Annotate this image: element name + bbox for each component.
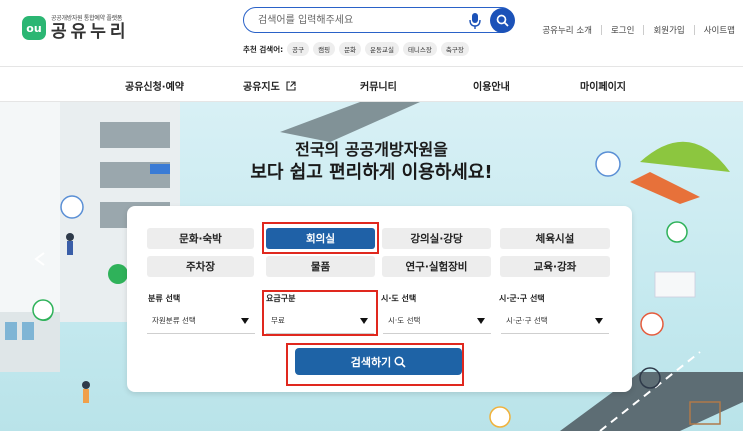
- keyword-tag[interactable]: 캠핑: [313, 42, 336, 56]
- filter-label-fee: 요금구분: [266, 294, 296, 303]
- utility-links: 공유누리 소개 로그인 회원가입 사이트맵: [542, 24, 735, 36]
- keyword-tag[interactable]: 문화: [339, 42, 362, 56]
- nav-item-reservation[interactable]: 공유신청·예약: [125, 78, 184, 93]
- search-input[interactable]: [258, 12, 458, 29]
- keyword-tag[interactable]: 축구장: [440, 42, 469, 56]
- main-nav: 공유신청·예약 공유지도 커뮤니티 이용안내 마이페이지: [0, 66, 743, 102]
- category-meeting-room[interactable]: 회의실: [266, 228, 375, 249]
- select-value: 무료: [271, 316, 285, 325]
- fee-select[interactable]: 무료: [266, 308, 374, 334]
- logo-mark-icon: ou: [22, 16, 46, 40]
- search-icon: [496, 14, 509, 27]
- category-sports[interactable]: 체육시설: [500, 228, 610, 249]
- nav-item-map[interactable]: 공유지도: [243, 78, 296, 93]
- category-culture[interactable]: 문화·숙박: [147, 228, 254, 249]
- city-select[interactable]: 시·군·구 선택: [501, 308, 609, 334]
- category-parking[interactable]: 주차장: [147, 256, 254, 277]
- keyword-tag[interactable]: 공구: [287, 42, 310, 56]
- chevron-down-icon: [595, 318, 603, 324]
- keyword-tag[interactable]: 운동교실: [365, 42, 399, 56]
- divider: [600, 25, 602, 35]
- logo-name: 공유누리: [51, 22, 130, 42]
- select-value: 시·군·구 선택: [506, 316, 548, 325]
- login-link[interactable]: 로그인: [611, 24, 634, 36]
- filter-label-category: 분류 선택: [148, 294, 181, 303]
- filter-label-city: 시·군·구 선택: [499, 294, 545, 303]
- recommended-label: 추천 검색어:: [243, 44, 284, 54]
- nav-item-mypage[interactable]: 마이페이지: [580, 78, 626, 93]
- keyword-tag[interactable]: 테니스장: [402, 42, 437, 56]
- hero-title-line2: 보다 쉽고 편리하게 이용하세요!: [250, 162, 493, 183]
- about-link[interactable]: 공유누리 소개: [542, 24, 592, 36]
- recommended-keywords: 추천 검색어: 공구 캠핑 문화 운동교실 테니스장 축구장: [243, 42, 473, 56]
- filter-label-province: 시·도 선택: [381, 294, 417, 303]
- category-goods[interactable]: 물품: [266, 256, 375, 277]
- category-education[interactable]: 교육·강좌: [500, 256, 610, 277]
- search-icon: [394, 355, 406, 368]
- microphone-icon[interactable]: [468, 12, 482, 30]
- site-logo[interactable]: ou 공공개방자원 통합예약 플랫폼 공유누리: [22, 15, 130, 41]
- category-select[interactable]: 자원분류 선택: [147, 308, 255, 334]
- external-link-icon: [286, 81, 296, 91]
- nav-item-community[interactable]: 커뮤니티: [360, 78, 397, 93]
- search-box: [243, 7, 515, 33]
- nav-item-label: 공유지도: [243, 82, 280, 93]
- category-research[interactable]: 연구·실험장비: [382, 256, 491, 277]
- divider: [693, 25, 695, 35]
- search-button[interactable]: [490, 8, 515, 33]
- sitemap-link[interactable]: 사이트맵: [704, 24, 735, 36]
- hero-title-line1: 전국의 공공개방자원을: [295, 140, 448, 159]
- nav-item-guide[interactable]: 이용안내: [473, 78, 510, 93]
- chevron-down-icon: [477, 318, 485, 324]
- category-lecture-hall[interactable]: 강의실·강당: [382, 228, 491, 249]
- chevron-down-icon: [241, 318, 249, 324]
- submit-label: 검색하기: [350, 355, 392, 369]
- site-header: ou 공공개방자원 통합예약 플랫폼 공유누리 추천 검색어: 공구 캠핑 문화…: [0, 0, 743, 66]
- select-value: 시·도 선택: [388, 316, 421, 325]
- select-value: 자원분류 선택: [152, 316, 196, 325]
- signup-link[interactable]: 회원가입: [653, 24, 684, 36]
- divider: [643, 25, 645, 35]
- submit-search-button[interactable]: 검색하기: [295, 348, 462, 375]
- province-select[interactable]: 시·도 선택: [383, 308, 491, 334]
- chevron-down-icon: [360, 318, 368, 324]
